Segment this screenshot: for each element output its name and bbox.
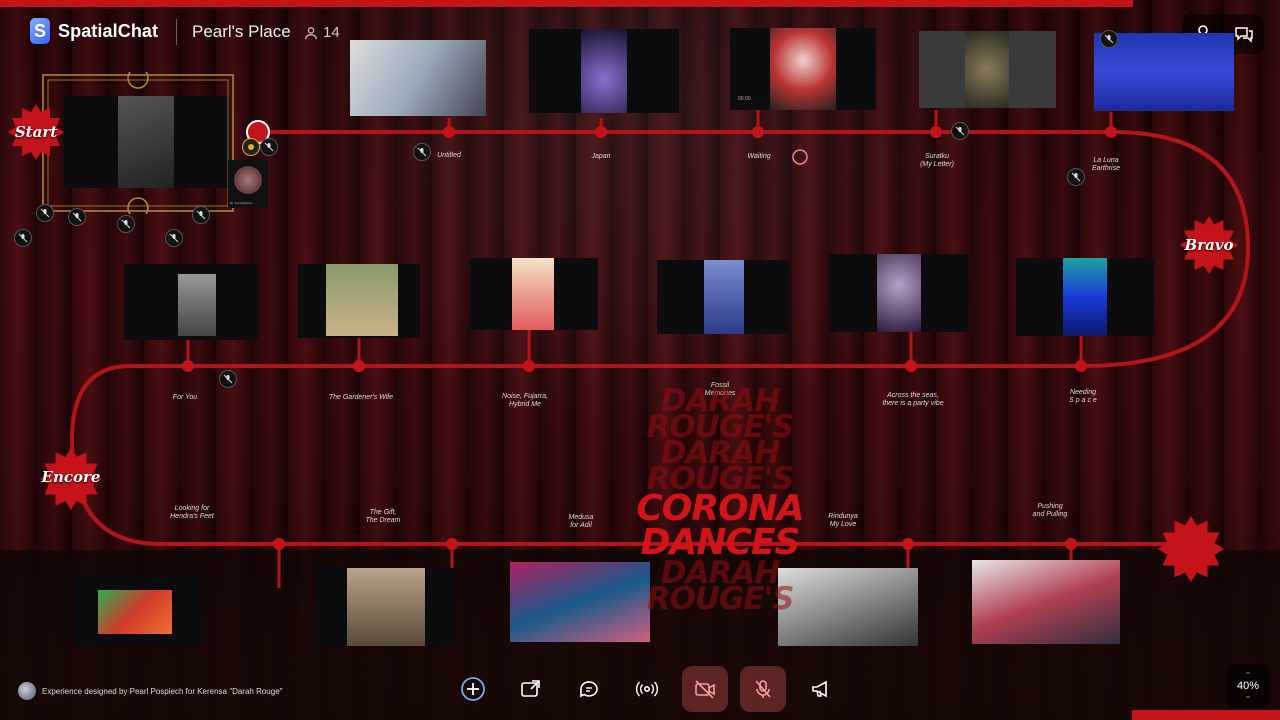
video-tile-suratku[interactable] — [919, 31, 1056, 108]
participant-muted[interactable] — [192, 206, 210, 224]
avatar-tile[interactable]: Dr. Joe Abberton — [228, 160, 268, 208]
megaphone-button[interactable] — [798, 666, 844, 712]
caption-waiting: Waiting — [747, 153, 771, 160]
video-tile-hendras-feet[interactable] — [72, 576, 202, 646]
megaphone-icon — [812, 680, 827, 698]
caption-japan: Japan — [591, 153, 611, 160]
video-tile-untitled[interactable] — [350, 40, 486, 116]
video-tile-waiting[interactable]: 00:00 — [730, 28, 876, 110]
add-button[interactable] — [450, 666, 496, 712]
video-tile-for-you[interactable] — [124, 264, 258, 340]
user-count-value: 14 — [323, 24, 340, 41]
caption-the-gift: The Gift, The Dream — [365, 509, 401, 524]
mic-off-icon — [1071, 172, 1081, 182]
caption-needing-space: Needing S p a c e — [1069, 389, 1097, 404]
credit: Experience designed by Pearl Pospiech fo… — [18, 682, 283, 700]
ornate-frame — [42, 72, 234, 214]
video-tile-japan[interactable] — [529, 29, 679, 113]
participant-muted[interactable] — [219, 370, 237, 388]
mic-off-icon — [40, 208, 50, 218]
avatar-name: Dr. Joe Abberton — [230, 201, 253, 205]
space-name[interactable]: Pearl's Place — [192, 22, 291, 42]
station-bravo: Bravo — [1180, 216, 1238, 274]
caption-suratku: Suratku (My Letter) — [920, 153, 954, 168]
mic-off-icon — [264, 142, 274, 152]
participant-muted[interactable] — [14, 229, 32, 247]
participant-muted[interactable] — [117, 215, 135, 233]
participant-muted[interactable] — [413, 143, 431, 161]
mic-off-icon — [223, 374, 233, 384]
share-screen-button[interactable] — [508, 666, 554, 712]
camera-off-icon — [695, 680, 715, 699]
camera-toggle-button[interactable] — [682, 666, 728, 712]
zoom-out-icon[interactable]: ⌄ — [1245, 692, 1252, 700]
station-end — [1158, 516, 1224, 582]
video-time: 00:00 — [738, 96, 751, 102]
video-tile-fossil-memories[interactable] — [657, 260, 789, 334]
video-tile-pushing-pulling[interactable] — [972, 560, 1120, 644]
caption-for-you: For You — [172, 394, 198, 401]
station-encore: Encore — [40, 448, 102, 510]
show-title: DARAH ROUGE'S DARAH ROUGE'S CORONA DANCE… — [590, 383, 850, 617]
show-title-ghost: DARAH ROUGE'S — [646, 383, 795, 445]
station-start: Start — [8, 104, 64, 160]
bottom-accent-bar — [1132, 710, 1280, 720]
chat-button[interactable] — [566, 666, 612, 712]
user-icon — [305, 26, 317, 39]
participant-muted[interactable] — [68, 208, 86, 226]
zoom-control[interactable]: ⌃ 40% ⌄ — [1226, 664, 1270, 708]
share-screen-icon — [521, 680, 540, 697]
chat-icon — [580, 681, 598, 698]
credit-text: Experience designed by Pearl Pospiech fo… — [42, 686, 283, 696]
show-title-ghost-3: DARAH ROUGE'S — [646, 555, 795, 617]
app-name: SpatialChat — [58, 20, 159, 41]
caption-noise: Noise, Fujarra, Hybrid Me — [502, 393, 548, 408]
mic-off-icon — [955, 126, 965, 136]
zoom-in-icon[interactable]: ⌃ — [1245, 672, 1252, 680]
participant-muted[interactable] — [36, 204, 54, 222]
caption-hendras-feet: Looking for Hendra's Feet — [170, 505, 214, 520]
add-icon — [461, 677, 485, 701]
header-divider — [176, 19, 177, 45]
video-tile-across-the-seas[interactable] — [829, 254, 969, 332]
caption-pushing: Pushing and Pulling — [1032, 503, 1068, 518]
mic-off-icon — [755, 680, 771, 698]
spatialchat-logo-icon — [30, 18, 50, 44]
video-tile-noise-fujarra[interactable] — [470, 258, 598, 330]
mic-off-icon — [1104, 34, 1114, 44]
show-title-ghost-2: DARAH ROUGE'S — [646, 435, 795, 497]
video-tile-gardeners-wife[interactable] — [298, 264, 420, 338]
broadcast-button[interactable] — [624, 666, 670, 712]
show-title-main: CORONA DANCES — [636, 488, 804, 563]
mic-off-icon — [196, 210, 206, 220]
participant-hand[interactable] — [242, 138, 260, 156]
participant-muted[interactable] — [260, 138, 278, 156]
caption-across: Across the seas, there is a party vibe — [882, 392, 944, 407]
chat-bubbles-icon[interactable] — [1234, 24, 1254, 44]
broadcast-icon — [636, 681, 658, 697]
mic-off-icon — [72, 212, 82, 222]
bottom-toolbar — [450, 666, 844, 712]
user-count[interactable]: 14 — [304, 24, 340, 41]
brand[interactable]: SpatialChat — [30, 18, 158, 44]
mic-off-icon — [121, 219, 131, 229]
mic-toggle-button[interactable] — [740, 666, 786, 712]
mic-off-icon — [18, 233, 28, 243]
video-tile-the-gift[interactable] — [316, 568, 456, 646]
participant-muted[interactable] — [1100, 30, 1118, 48]
participant-muted[interactable] — [951, 122, 969, 140]
designer-avatar — [18, 682, 36, 700]
hand-icon — [248, 144, 254, 150]
participant-muted[interactable] — [165, 229, 183, 247]
video-tile-needing-space[interactable] — [1016, 258, 1154, 336]
participant-muted[interactable] — [1067, 168, 1085, 186]
mic-off-icon — [417, 147, 427, 157]
caption-gardeners-wife: The Gardener's Wife — [328, 394, 394, 401]
mic-off-icon — [169, 233, 179, 243]
